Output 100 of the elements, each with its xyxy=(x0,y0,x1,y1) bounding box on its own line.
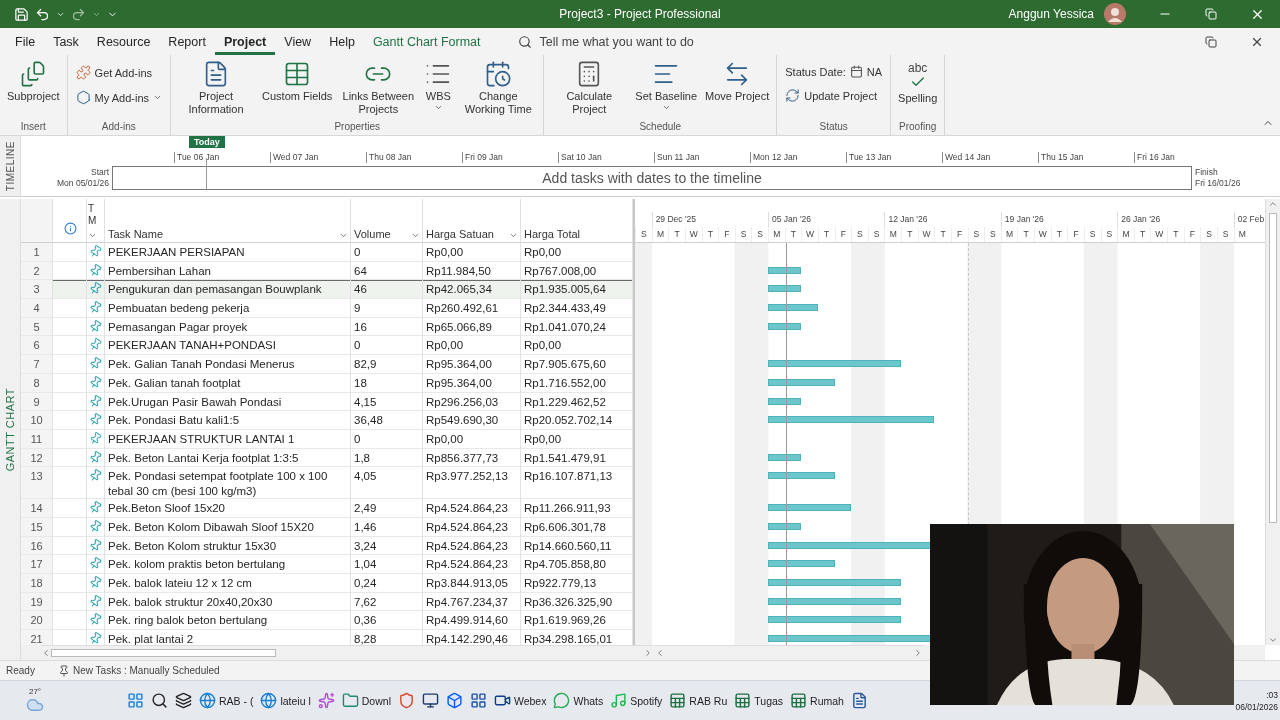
menu-tab[interactable]: Report xyxy=(159,32,215,55)
taskbar-app[interactable]: Tugas xyxy=(731,684,787,717)
undo-icon[interactable] xyxy=(35,6,50,22)
folder-icon xyxy=(341,692,359,709)
day-label: W xyxy=(684,227,702,242)
ribbon-button[interactable]: Subproject xyxy=(4,57,63,103)
row-number: 13 xyxy=(21,467,53,500)
table-cell: Pek. Beton Kolom Dibawah Sloof 15X20 xyxy=(105,517,351,537)
table-cell: 0 xyxy=(351,429,423,449)
sparkles-icon xyxy=(317,692,335,709)
task-bar xyxy=(768,453,802,461)
temperature: 27° xyxy=(28,687,42,696)
day-label: W xyxy=(917,227,935,242)
search-icon xyxy=(517,34,532,49)
timeline-tick: Wed 14 Jan xyxy=(942,152,1038,163)
table-cell: 18 xyxy=(351,373,423,393)
day-label: S xyxy=(635,227,652,242)
column-header: Task Name xyxy=(108,228,164,240)
menu-tab[interactable]: View xyxy=(275,32,321,55)
ribbon-button[interactable]: Set Baseline xyxy=(632,57,701,112)
day-label: F xyxy=(834,227,852,242)
taskbar-app[interactable]: Rumah xyxy=(787,684,847,717)
scroll-left-icon[interactable] xyxy=(655,648,665,658)
sheet-icon xyxy=(790,692,808,709)
scroll-right-icon[interactable] xyxy=(643,648,653,658)
ribbon-button[interactable]: Project Information xyxy=(175,57,257,116)
table-cell: Pek. balok lateiu 12 x 12 cm xyxy=(105,574,351,593)
music-icon xyxy=(610,692,628,709)
chat-icon xyxy=(553,692,571,709)
column-header: Volume xyxy=(354,228,391,240)
menu-tab[interactable]: Task xyxy=(44,32,88,55)
timeline-label: TIMELINE xyxy=(4,140,16,192)
status-date-button[interactable]: Status Date: NA xyxy=(781,63,887,80)
ribbon-button[interactable]: WBS xyxy=(421,57,456,112)
globe-icon xyxy=(260,692,278,709)
ribbon-button[interactable]: Links Between Projects xyxy=(337,57,420,116)
tell-me-search[interactable]: Tell me what you want to do xyxy=(511,28,700,55)
menu-tab[interactable]: File xyxy=(6,32,45,55)
week-label: 26 Jan '26 xyxy=(1117,212,1234,227)
taskbar-app[interactable]: RAB Ru xyxy=(666,684,731,717)
save-icon[interactable] xyxy=(14,6,29,22)
table-cell: 36,48 xyxy=(351,411,423,430)
taskbar-app[interactable]: RAB - ( xyxy=(196,684,257,717)
taskbar-app[interactable]: Downl xyxy=(338,684,394,717)
taskbar-app[interactable]: Spotify xyxy=(607,684,666,717)
row-number: 10 xyxy=(21,411,53,430)
day-label: T xyxy=(784,227,802,242)
day-label: S xyxy=(1083,227,1101,242)
ribbon-button[interactable]: Change Working Time xyxy=(457,57,540,116)
table-cell: 1,46 xyxy=(351,517,423,537)
sheet-icon xyxy=(669,692,687,709)
day-label: S xyxy=(1216,227,1234,242)
week-label: 12 Jan '26 xyxy=(884,212,1001,227)
row-number: 17 xyxy=(21,555,53,574)
user-name: Anggun Yessica xyxy=(1008,7,1094,21)
taskbar-app[interactable]: Whats xyxy=(550,684,607,717)
table-cell: Pek. Pondasi Batu kali1:5 xyxy=(105,411,351,430)
finish-date: Fri 16/01/26 xyxy=(1195,178,1241,189)
week-label: 19 Jan '26 xyxy=(1000,212,1118,227)
restore-icon xyxy=(1205,35,1217,48)
table-cell: Rp260.492,61 xyxy=(423,299,521,318)
day-label: F xyxy=(1183,227,1201,242)
spelling-button[interactable]: abc Spelling xyxy=(895,57,941,105)
menu-tab[interactable]: Gantt Chart Format xyxy=(363,32,490,55)
ribbon-button[interactable]: Custom Fields xyxy=(259,57,336,103)
taskbar-app[interactable]: Webex xyxy=(490,684,550,717)
group-label: Status xyxy=(818,120,849,134)
taskbar-app[interactable]: lateiu l xyxy=(257,684,314,717)
menu-tab[interactable]: Help xyxy=(320,32,364,55)
calendar-clock-icon xyxy=(484,60,513,88)
row-number: 7 xyxy=(21,355,53,374)
table-cell: PEKERJAAN STRUKTUR LANTAI 1 xyxy=(105,429,351,449)
avatar[interactable] xyxy=(1104,3,1126,25)
table-cell: PEKERJAAN PERSIAPAN xyxy=(105,243,351,262)
timeline-tick: Sat 10 Jan xyxy=(558,152,654,163)
scroll-left-icon[interactable] xyxy=(41,648,51,658)
scroll-down-icon[interactable] xyxy=(1268,635,1278,645)
day-label: W xyxy=(1150,227,1167,242)
ribbon-button[interactable]: My Add-ins xyxy=(71,88,166,107)
day-label: T xyxy=(668,227,685,242)
start-label: Start xyxy=(91,167,109,178)
ribbon-button[interactable]: Move Project xyxy=(702,57,773,103)
ribbon-button[interactable]: Update Project xyxy=(781,86,887,105)
vertical-scrollbar[interactable] xyxy=(1265,199,1280,645)
timeline-tick: Fri 16 Jan xyxy=(1134,152,1230,163)
cloud-icon[interactable] xyxy=(26,696,44,714)
scroll-right-icon[interactable] xyxy=(913,648,923,658)
new-tasks-mode-button[interactable]: New Tasks : Manually Scheduled xyxy=(56,664,222,677)
redo-icon[interactable] xyxy=(71,6,86,22)
scroll-up-icon[interactable] xyxy=(1268,199,1278,209)
ribbon-button[interactable]: Get Add-ins xyxy=(71,63,166,82)
day-label: T xyxy=(817,227,835,242)
four-squares-icon xyxy=(127,692,144,709)
row-number: 18 xyxy=(21,574,53,593)
globe-icon xyxy=(199,692,216,709)
ribbon-button[interactable]: Calculate Project xyxy=(548,57,631,116)
task-bar xyxy=(768,397,802,405)
day-label: T xyxy=(1167,227,1184,242)
status-text: Ready xyxy=(5,665,36,676)
menu-tab[interactable]: Resource xyxy=(87,32,160,55)
